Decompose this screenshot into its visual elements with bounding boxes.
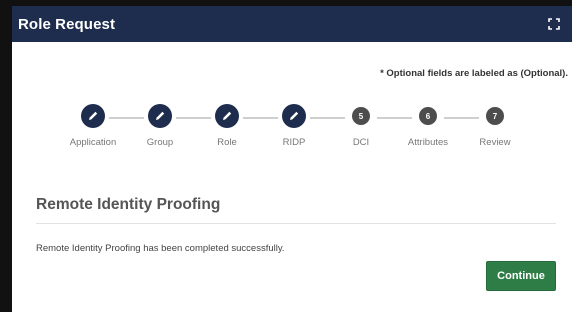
step-review: 7 Review [460,104,530,148]
step-group[interactable]: Group [125,104,195,148]
step-completed-circle [81,104,105,128]
step-label: Application [69,137,117,148]
step-role[interactable]: Role [192,104,262,148]
progress-stepper: Application Group Role RIDP 5 DCI 6 Attributes 7… [58,104,538,164]
step-pending-circle: 7 [486,107,504,125]
step-completed-circle [148,104,172,128]
step-ridp[interactable]: RIDP [259,104,329,148]
pencil-icon [221,110,233,122]
screen-frame: Role Request * Optional fields are label… [0,0,572,312]
step-completed-circle [215,104,239,128]
step-label: Group [146,137,174,148]
step-completed-circle [282,104,306,128]
optional-fields-note: * Optional fields are labeled as (Option… [380,68,568,79]
step-number: 5 [358,111,364,121]
role-request-dialog: Role Request * Optional fields are label… [12,6,572,312]
dialog-header: Role Request [12,6,572,42]
expand-icon[interactable] [546,16,562,32]
step-label: RIDP [282,137,306,148]
success-message: Remote Identity Proofing has been comple… [36,243,285,254]
pencil-icon [288,110,300,122]
section-title: Remote Identity Proofing [36,196,221,213]
step-label: Attributes [407,137,449,148]
step-dci: 5 DCI [326,104,396,148]
step-label: DCI [352,137,370,148]
step-label: Role [217,137,237,148]
section-divider [36,223,556,224]
step-number: 6 [425,111,431,121]
pencil-icon [154,110,166,122]
step-application[interactable]: Application [58,104,128,148]
pencil-icon [87,110,99,122]
step-number: 7 [492,111,498,121]
step-attributes: 6 Attributes [393,104,463,148]
step-pending-circle: 5 [352,107,370,125]
dialog-title: Role Request [18,15,116,33]
continue-button[interactable]: Continue [486,261,556,291]
step-label: Review [479,137,511,148]
step-pending-circle: 6 [419,107,437,125]
